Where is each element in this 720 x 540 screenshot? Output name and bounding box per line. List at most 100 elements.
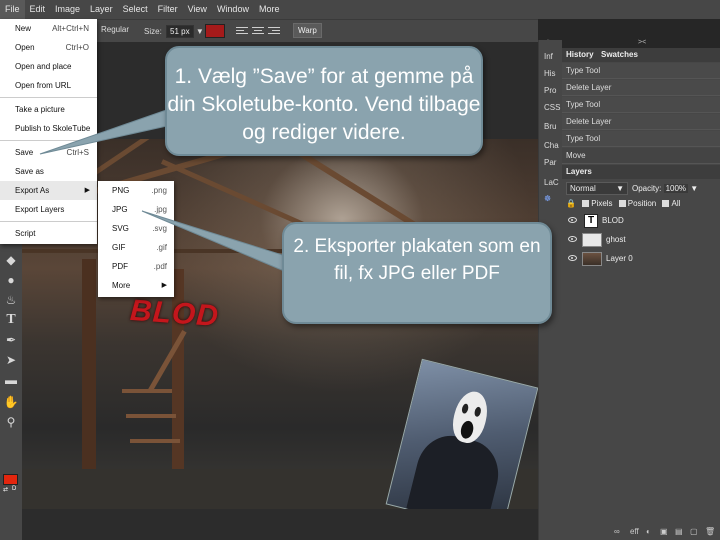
fill-tool-icon[interactable]: ◆ — [3, 252, 19, 268]
menu-more[interactable]: More — [254, 0, 285, 19]
tab-layers[interactable]: Layers — [566, 167, 592, 176]
menu-item-open[interactable]: Open Ctrl+O — [0, 38, 97, 57]
chevron-down-icon[interactable]: ▼ — [690, 184, 698, 193]
chevron-down-icon[interactable]: ▼ — [196, 27, 204, 36]
warp-button[interactable]: Warp — [293, 23, 322, 38]
menu-item-export-as[interactable]: Export As ▶ — [0, 181, 97, 200]
menu-layer[interactable]: Layer — [85, 0, 118, 19]
history-tabs: History Swatches — [562, 48, 720, 62]
lock-position-checkbox[interactable] — [618, 200, 626, 207]
menu-window[interactable]: Window — [212, 0, 254, 19]
opacity-control[interactable]: Opacity: 100% ▼ — [632, 184, 698, 193]
menu-item-save[interactable]: Save Ctrl+S — [0, 143, 97, 162]
eye-icon[interactable] — [568, 217, 577, 223]
new-folder-icon[interactable]: ▤ — [675, 527, 683, 536]
mini-tab-character[interactable]: Cha — [544, 141, 559, 150]
menu-item-save-as[interactable]: Save as — [0, 162, 97, 181]
panel-collapse-bar[interactable]: <> >< — [538, 39, 720, 48]
collapse-icon[interactable]: >< — [638, 39, 646, 46]
text-color-swatch[interactable] — [205, 24, 225, 38]
menu-item-open-from-url[interactable]: Open from URL — [0, 76, 97, 95]
layer-row[interactable]: ghost — [562, 231, 720, 249]
chevron-right-icon: ▶ — [84, 187, 90, 194]
mini-tab-paragraph[interactable]: Par — [544, 158, 556, 167]
layer-row[interactable]: T BLOD — [562, 212, 720, 230]
right-panels: History Swatches Type Tool Delete Layer … — [562, 48, 720, 540]
menubar: File Edit Image Layer Select Filter View… — [0, 0, 720, 19]
eye-icon[interactable] — [568, 236, 577, 242]
menu-file[interactable]: File — [0, 0, 25, 19]
history-item[interactable]: Type Tool — [562, 131, 720, 147]
swap-colors-icon[interactable]: ⇄ — [3, 486, 8, 493]
mini-tab-info[interactable]: Inf — [544, 52, 553, 61]
default-colors-icon[interactable]: D — [12, 486, 16, 492]
tool-presets-icon[interactable]: ☸ — [544, 194, 551, 203]
smudge-tool-icon[interactable]: ♨ — [3, 292, 19, 308]
layer-row[interactable]: Layer 0 — [562, 250, 720, 268]
history-item[interactable]: Move — [562, 148, 720, 164]
menu-item-export-layers[interactable]: Export Layers — [0, 200, 97, 219]
export-more[interactable]: More ▶ — [98, 276, 174, 295]
new-layer-icon[interactable]: ▢ — [690, 527, 698, 536]
export-as-submenu: PNG .png JPG .jpg SVG .svg GIF .gif PDF .pdf … — [98, 181, 174, 297]
menu-select[interactable]: Select — [118, 0, 153, 19]
menu-item-publish-skoletube[interactable]: Publish to SkoleTube — [0, 119, 97, 138]
blod-text-layer[interactable]: BLOD — [129, 294, 220, 334]
delete-layer-icon[interactable]: 🗑 — [705, 527, 715, 536]
align-center-icon[interactable] — [252, 25, 264, 36]
pen-tool-icon[interactable]: ✒ — [3, 332, 19, 348]
history-item[interactable]: Type Tool — [562, 97, 720, 113]
callout-export: 2. Eksporter plakaten som en fil, fx JPG… — [282, 222, 552, 324]
menu-edit[interactable]: Edit — [25, 0, 51, 19]
layers-footer: ∞ eff ◐ ▣ ▤ ▢ 🗑 — [562, 524, 720, 540]
opacity-input[interactable]: 100% — [663, 184, 689, 193]
menu-item-new[interactable]: New Alt+Ctrl+N — [0, 19, 97, 38]
export-svg[interactable]: SVG .svg — [98, 219, 174, 238]
blend-mode-select[interactable]: Normal ▼ — [566, 182, 628, 195]
adjustment-layer-icon[interactable]: ◐ — [646, 527, 651, 536]
export-png[interactable]: PNG .png — [98, 181, 174, 200]
mini-tab-properties[interactable]: Pro — [544, 86, 556, 95]
mini-tab-brush[interactable]: Bru — [544, 122, 556, 131]
menu-item-script[interactable]: Script — [0, 224, 97, 243]
history-item[interactable]: Delete Layer — [562, 80, 720, 96]
history-item[interactable]: Delete Layer — [562, 114, 720, 130]
font-size-control[interactable]: Size: 51 px ▼ — [144, 25, 204, 38]
align-right-icon[interactable] — [268, 25, 280, 36]
lock-options: 🔒 Pixels Position All — [566, 199, 681, 208]
layers-tabs: Layers — [562, 165, 720, 179]
shape-tool-icon[interactable]: ▬ — [3, 372, 19, 388]
dodge-tool-icon[interactable]: ● — [3, 272, 19, 288]
layer-mask-icon[interactable]: ▣ — [660, 527, 668, 536]
lock-icon: 🔒 — [566, 199, 576, 208]
menu-filter[interactable]: Filter — [153, 0, 183, 19]
link-layers-icon[interactable]: ∞ — [614, 527, 620, 536]
lock-pixels-checkbox[interactable] — [582, 200, 590, 207]
export-gif[interactable]: GIF .gif — [98, 238, 174, 257]
type-tool-icon[interactable]: T — [3, 312, 19, 328]
menu-image[interactable]: Image — [50, 0, 85, 19]
font-style-select[interactable]: Regular — [101, 25, 129, 34]
export-pdf[interactable]: PDF .pdf — [98, 257, 174, 276]
path-select-icon[interactable]: ➤ — [3, 352, 19, 368]
photo-editor-app: File Edit Image Layer Select Filter View… — [0, 0, 720, 540]
export-jpg[interactable]: JPG .jpg — [98, 200, 174, 219]
lock-all-checkbox[interactable] — [662, 200, 670, 207]
menu-view[interactable]: View — [183, 0, 212, 19]
chevron-right-icon: ▶ — [161, 282, 167, 289]
layer-effects-button[interactable]: eff — [630, 527, 639, 536]
foreground-color-swatch[interactable] — [3, 474, 18, 485]
zoom-tool-icon[interactable]: ⚲ — [3, 414, 19, 430]
history-item[interactable]: Type Tool — [562, 63, 720, 79]
align-left-icon[interactable] — [236, 25, 248, 36]
eye-icon[interactable] — [568, 255, 577, 261]
menu-item-take-picture[interactable]: Take a picture — [0, 100, 97, 119]
tab-swatches[interactable]: Swatches — [601, 50, 638, 59]
mini-tab-history[interactable]: His — [544, 69, 556, 78]
font-size-input[interactable]: 51 px — [166, 25, 194, 38]
tab-history[interactable]: History — [566, 50, 594, 59]
mini-tab-layer-comps[interactable]: LaC — [544, 178, 559, 187]
menu-item-open-and-place[interactable]: Open and place — [0, 57, 97, 76]
hand-tool-icon[interactable]: ✋ — [3, 394, 19, 410]
mini-tab-css[interactable]: CSS — [544, 103, 560, 112]
